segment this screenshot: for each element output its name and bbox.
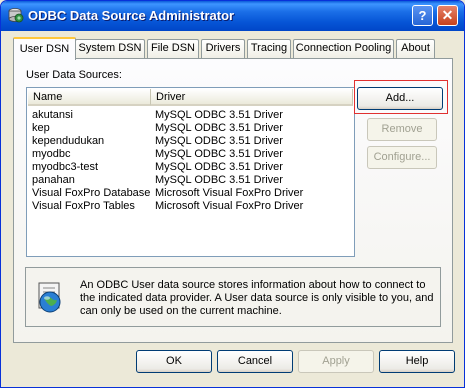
column-header-driver[interactable]: Driver (151, 89, 353, 106)
cancel-button[interactable]: Cancel (217, 350, 293, 373)
info-description: An ODBC User data source stores informat… (80, 279, 434, 317)
dsn-driver: MySQL ODBC 3.51 Driver (155, 122, 283, 134)
dsn-name: kep (32, 122, 50, 134)
dsn-driver: Microsoft Visual FoxPro Driver (155, 187, 304, 199)
dsn-driver: MySQL ODBC 3.51 Driver (155, 174, 283, 186)
odbc-globe-icon (38, 282, 61, 313)
close-title-button[interactable]: ✕ (437, 5, 458, 26)
tab-user-dsn[interactable]: User DSN (13, 37, 76, 60)
dsn-driver: MySQL ODBC 3.51 Driver (155, 161, 283, 173)
apply-button[interactable]: Apply (298, 350, 374, 373)
remove-button[interactable]: Remove (367, 118, 437, 141)
dsn-name: myodbc3-test (32, 161, 99, 173)
dsn-name: akutansi (32, 109, 73, 121)
odbc-app-icon (8, 8, 24, 23)
dsn-driver: MySQL ODBC 3.51 Driver (155, 109, 283, 121)
title-bar[interactable]: ODBC Data Source Administrator ? ✕ (1, 1, 464, 31)
dsn-driver: MySQL ODBC 3.51 Driver (155, 148, 283, 160)
dsn-name: Visual FoxPro Database (32, 187, 151, 199)
add-button[interactable]: Add... (357, 87, 443, 110)
data-sources-list[interactable]: Name Driver akutansi MySQL ODBC 3.51 Driv… (26, 87, 355, 257)
tab-drivers[interactable]: Drivers (201, 39, 245, 58)
help-button[interactable]: Help (379, 350, 455, 373)
user-data-sources-label: User Data Sources: (26, 69, 122, 81)
dsn-driver: MySQL ODBC 3.51 Driver (155, 135, 283, 147)
help-title-button[interactable]: ? (412, 5, 433, 26)
column-header-name[interactable]: Name (28, 89, 151, 106)
dsn-name: kependudukan (32, 135, 105, 147)
window-title: ODBC Data Source Administrator (28, 8, 235, 23)
odbc-window: ODBC Data Source Administrator ? ✕ User … (0, 0, 465, 388)
dsn-driver: Microsoft Visual FoxPro Driver (155, 200, 304, 212)
dsn-name: myodbc (32, 148, 71, 160)
tab-tracing[interactable]: Tracing (247, 39, 291, 58)
tab-about[interactable]: About (396, 39, 435, 58)
ok-button[interactable]: OK (136, 350, 212, 373)
list-header: Name Driver (28, 89, 353, 106)
dsn-name: panahan (32, 174, 75, 186)
configure-button[interactable]: Configure... (367, 146, 437, 169)
dsn-name: Visual FoxPro Tables (32, 200, 135, 212)
tab-connection-pooling[interactable]: Connection Pooling (293, 39, 394, 58)
tab-file-dsn[interactable]: File DSN (147, 39, 199, 58)
tab-system-dsn[interactable]: System DSN (75, 39, 145, 58)
